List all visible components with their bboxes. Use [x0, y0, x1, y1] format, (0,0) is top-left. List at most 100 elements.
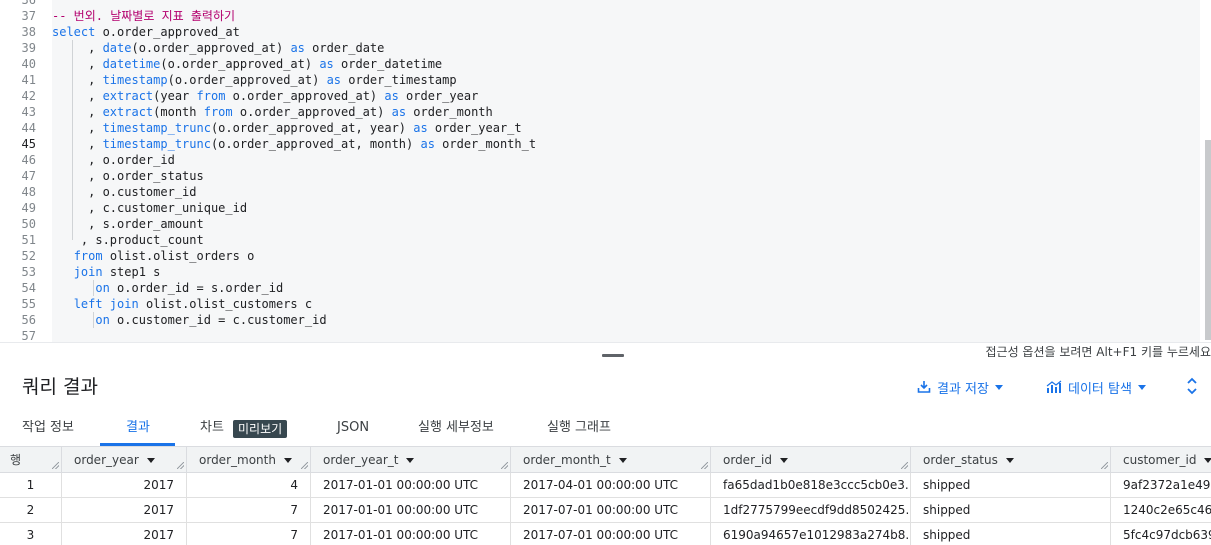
table-cell[interactable]: 2017-01-01 00:00:00 UTC — [311, 473, 511, 498]
row-number-cell[interactable]: 3 — [0, 523, 62, 545]
table-cell[interactable]: 2017 — [62, 473, 187, 498]
column-header[interactable]: order_year_t — [311, 447, 511, 473]
table-cell[interactable]: 7 — [187, 498, 311, 523]
line-number: 42 — [21, 89, 36, 103]
table-cell[interactable]: 9af2372a1e493 — [1111, 473, 1211, 498]
tab-json[interactable]: JSON — [337, 410, 369, 446]
row-number-cell[interactable]: 1 — [0, 473, 62, 498]
table-cell[interactable]: 4 — [187, 473, 311, 498]
function-token: timestamp — [102, 73, 168, 87]
code-token: , s.product_count — [52, 233, 204, 247]
results-table: 행 order_year order_month order_year_t order_… — [0, 447, 1211, 545]
code-line: on o.order_id = s.order_id — [52, 280, 283, 296]
code-token: o.order_approved_at) — [225, 89, 385, 103]
column-header[interactable]: customer_id — [1111, 447, 1211, 473]
column-header[interactable]: order_month_t — [511, 447, 711, 473]
code-token: , — [52, 41, 103, 55]
column-resize-handle-icon[interactable] — [52, 462, 59, 469]
code-line: left join olist.olist_customers c — [52, 296, 312, 312]
code-token: olist.olist_orders o — [102, 249, 255, 263]
sort-menu-icon[interactable] — [1204, 458, 1211, 463]
line-number: 40 — [21, 57, 36, 71]
sort-menu-icon[interactable] — [406, 458, 415, 463]
code-token: (o.order_approved_at) — [160, 57, 320, 71]
column-header[interactable]: order_month — [187, 447, 311, 473]
tab-execution-graph[interactable]: 실행 그래프 — [547, 410, 611, 446]
code-token: , — [52, 89, 103, 103]
indent-guide — [72, 40, 73, 240]
keyword-token: as — [420, 137, 435, 151]
explore-data-button[interactable]: 데이터 탐색 — [1046, 377, 1146, 397]
line-number: 47 — [21, 169, 36, 183]
tab-chart[interactable]: 차트 — [200, 410, 224, 446]
table-cell[interactable]: 2017-07-01 00:00:00 UTC — [511, 523, 711, 545]
table-cell[interactable]: 2017-04-01 00:00:00 UTC — [511, 473, 711, 498]
chevron-down-icon — [994, 384, 1003, 390]
chevron-down-icon — [1137, 384, 1146, 390]
sort-menu-icon[interactable] — [779, 458, 788, 463]
tab-results[interactable]: 결과 — [126, 410, 150, 446]
column-header-label: order_status — [923, 453, 998, 467]
explore-data-label: 데이터 탐색 — [1068, 381, 1132, 397]
table-cell[interactable]: 2017-01-01 00:00:00 UTC — [311, 498, 511, 523]
expand-panel-button[interactable] — [1185, 376, 1203, 396]
table-cell[interactable]: 7 — [187, 523, 311, 545]
indent-guide — [93, 280, 94, 296]
keyword-token: from — [196, 89, 226, 103]
column-resize-handle-icon[interactable] — [1101, 462, 1108, 469]
table-cell[interactable]: 2017-07-01 00:00:00 UTC — [511, 498, 711, 523]
table-cell[interactable]: 2017 — [62, 523, 187, 545]
sort-menu-icon[interactable] — [618, 458, 627, 463]
table-cell[interactable]: 1df2775799eecdf9dd8502425... — [711, 498, 911, 523]
column-header[interactable]: order_status — [911, 447, 1111, 473]
code-token: o.order_approved_at — [95, 25, 240, 39]
editor-vertical-scrollbar[interactable] — [1205, 140, 1211, 340]
table-cell[interactable]: shipped — [911, 523, 1111, 545]
tab-job-info[interactable]: 작업 정보 — [22, 410, 74, 446]
chart-icon — [1046, 380, 1062, 393]
code-token: , — [52, 137, 103, 151]
unfold-icon — [1187, 377, 1197, 395]
code-line: select o.order_approved_at — [52, 24, 240, 40]
keyword-token: on — [95, 281, 110, 295]
table-cell[interactable]: 1240c2e65c46( — [1111, 498, 1211, 523]
comment-token: -- 번외. 날짜별로 지표 출력하기 — [52, 9, 236, 23]
code-token: order_year_t — [427, 121, 522, 135]
column-resize-handle-icon[interactable] — [501, 462, 508, 469]
download-icon — [917, 381, 931, 393]
save-results-button[interactable]: 결과 저장 — [917, 377, 1003, 397]
line-number: 38 — [21, 25, 36, 39]
column-header[interactable]: order_id — [711, 447, 911, 473]
keyword-token: left join — [73, 297, 139, 311]
line-number: 51 — [21, 233, 36, 247]
column-resize-handle-icon[interactable] — [177, 462, 184, 469]
code-line: , extract(month from o.order_approved_at… — [52, 104, 493, 120]
table-cell[interactable]: 5fc4c97dcb639 — [1111, 523, 1211, 545]
line-number: 44 — [21, 121, 36, 135]
column-header[interactable]: order_year — [62, 447, 187, 473]
table-cell[interactable]: shipped — [911, 473, 1111, 498]
sort-menu-icon[interactable] — [146, 458, 155, 463]
column-header-label: order_year — [74, 453, 139, 467]
function-token: extract — [102, 105, 154, 119]
table-cell[interactable]: 2017-01-01 00:00:00 UTC — [311, 523, 511, 545]
table-cell[interactable]: shipped — [911, 498, 1111, 523]
table-cell[interactable]: 6190a94657e1012983a274b8... — [711, 523, 911, 545]
function-token: date — [102, 41, 132, 55]
column-resize-handle-icon[interactable] — [701, 462, 708, 469]
table-cell[interactable]: fa65dad1b0e818e3ccc5cb0e3... — [711, 473, 911, 498]
row-number-cell[interactable]: 2 — [0, 498, 62, 523]
sort-menu-icon[interactable] — [1005, 458, 1014, 463]
accessibility-hint: 접근성 옵션을 보려면 Alt+F1 키를 누르세요 — [985, 345, 1211, 359]
sql-editor[interactable]: 36 37 38 39 40 41 42 43 44 45 46 47 48 49 50 51 52 53 54 55… — [0, 0, 1211, 342]
sort-menu-icon[interactable] — [283, 458, 292, 463]
row-number-header[interactable]: 행 — [0, 447, 62, 473]
splitter-handle-icon[interactable] — [602, 354, 624, 357]
tab-execution-details[interactable]: 실행 세부정보 — [418, 410, 494, 446]
table-cell[interactable]: 2017 — [62, 498, 187, 523]
results-title: 쿼리 결과 — [22, 376, 98, 398]
column-resize-handle-icon[interactable] — [901, 462, 908, 469]
column-resize-handle-icon[interactable] — [301, 462, 308, 469]
